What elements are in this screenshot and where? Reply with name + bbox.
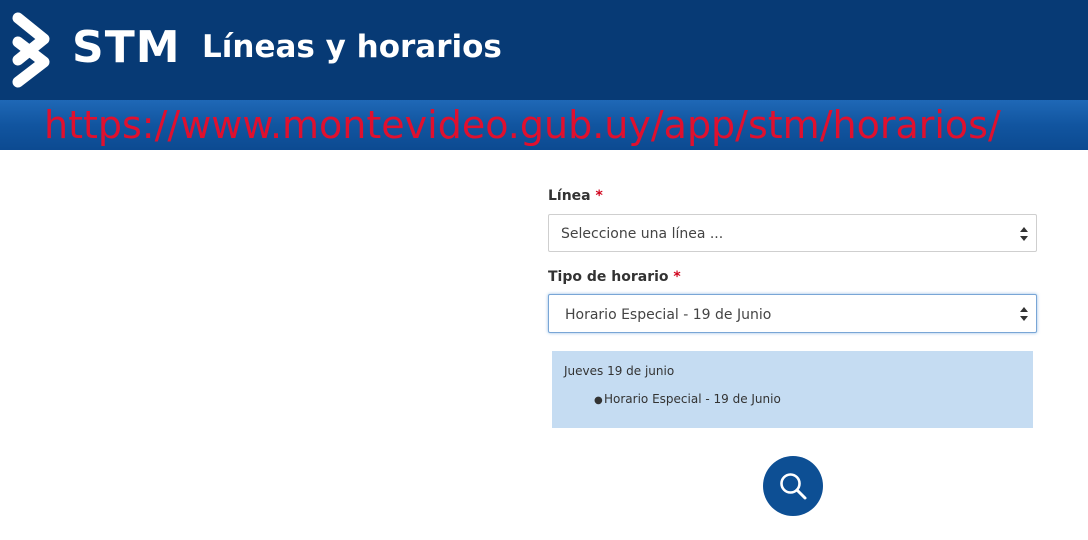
tipo-horario-select[interactable]: Horario Especial - 19 de Junio [548,294,1037,333]
info-item-text: Horario Especial - 19 de Junio [604,392,781,406]
linea-select[interactable]: Seleccione una línea ... [548,214,1037,252]
linea-label-text: Línea [548,188,591,204]
required-mark: * [673,269,681,285]
select-arrows-icon [1019,226,1029,246]
required-mark: * [595,188,603,204]
schedule-info-box: Jueves 19 de junio ●Horario Especial - 1… [552,351,1033,428]
tipo-horario-label: Tipo de horario * [548,267,681,287]
linea-label: Línea * [548,186,603,206]
bullet-icon: ● [594,395,603,406]
page-title: Líneas y horarios [202,29,502,65]
url-overlay-text: https://www.montevideo.gub.uy/app/stm/ho… [44,103,1001,147]
info-list: ●Horario Especial - 19 de Junio [594,391,781,409]
linea-select-value: Seleccione una línea ... [561,226,724,242]
tipo-horario-select-value: Horario Especial - 19 de Junio [565,307,772,323]
site-header: STM Líneas y horarios [0,0,1088,100]
tipo-horario-label-text: Tipo de horario [548,269,669,285]
stm-logo-icon[interactable] [12,12,58,92]
brand-name[interactable]: STM [72,23,181,73]
search-icon [780,473,807,500]
search-button[interactable] [763,456,823,516]
list-item: ●Horario Especial - 19 de Junio [594,391,781,409]
select-arrows-icon [1019,306,1029,326]
info-title: Jueves 19 de junio [564,364,675,378]
